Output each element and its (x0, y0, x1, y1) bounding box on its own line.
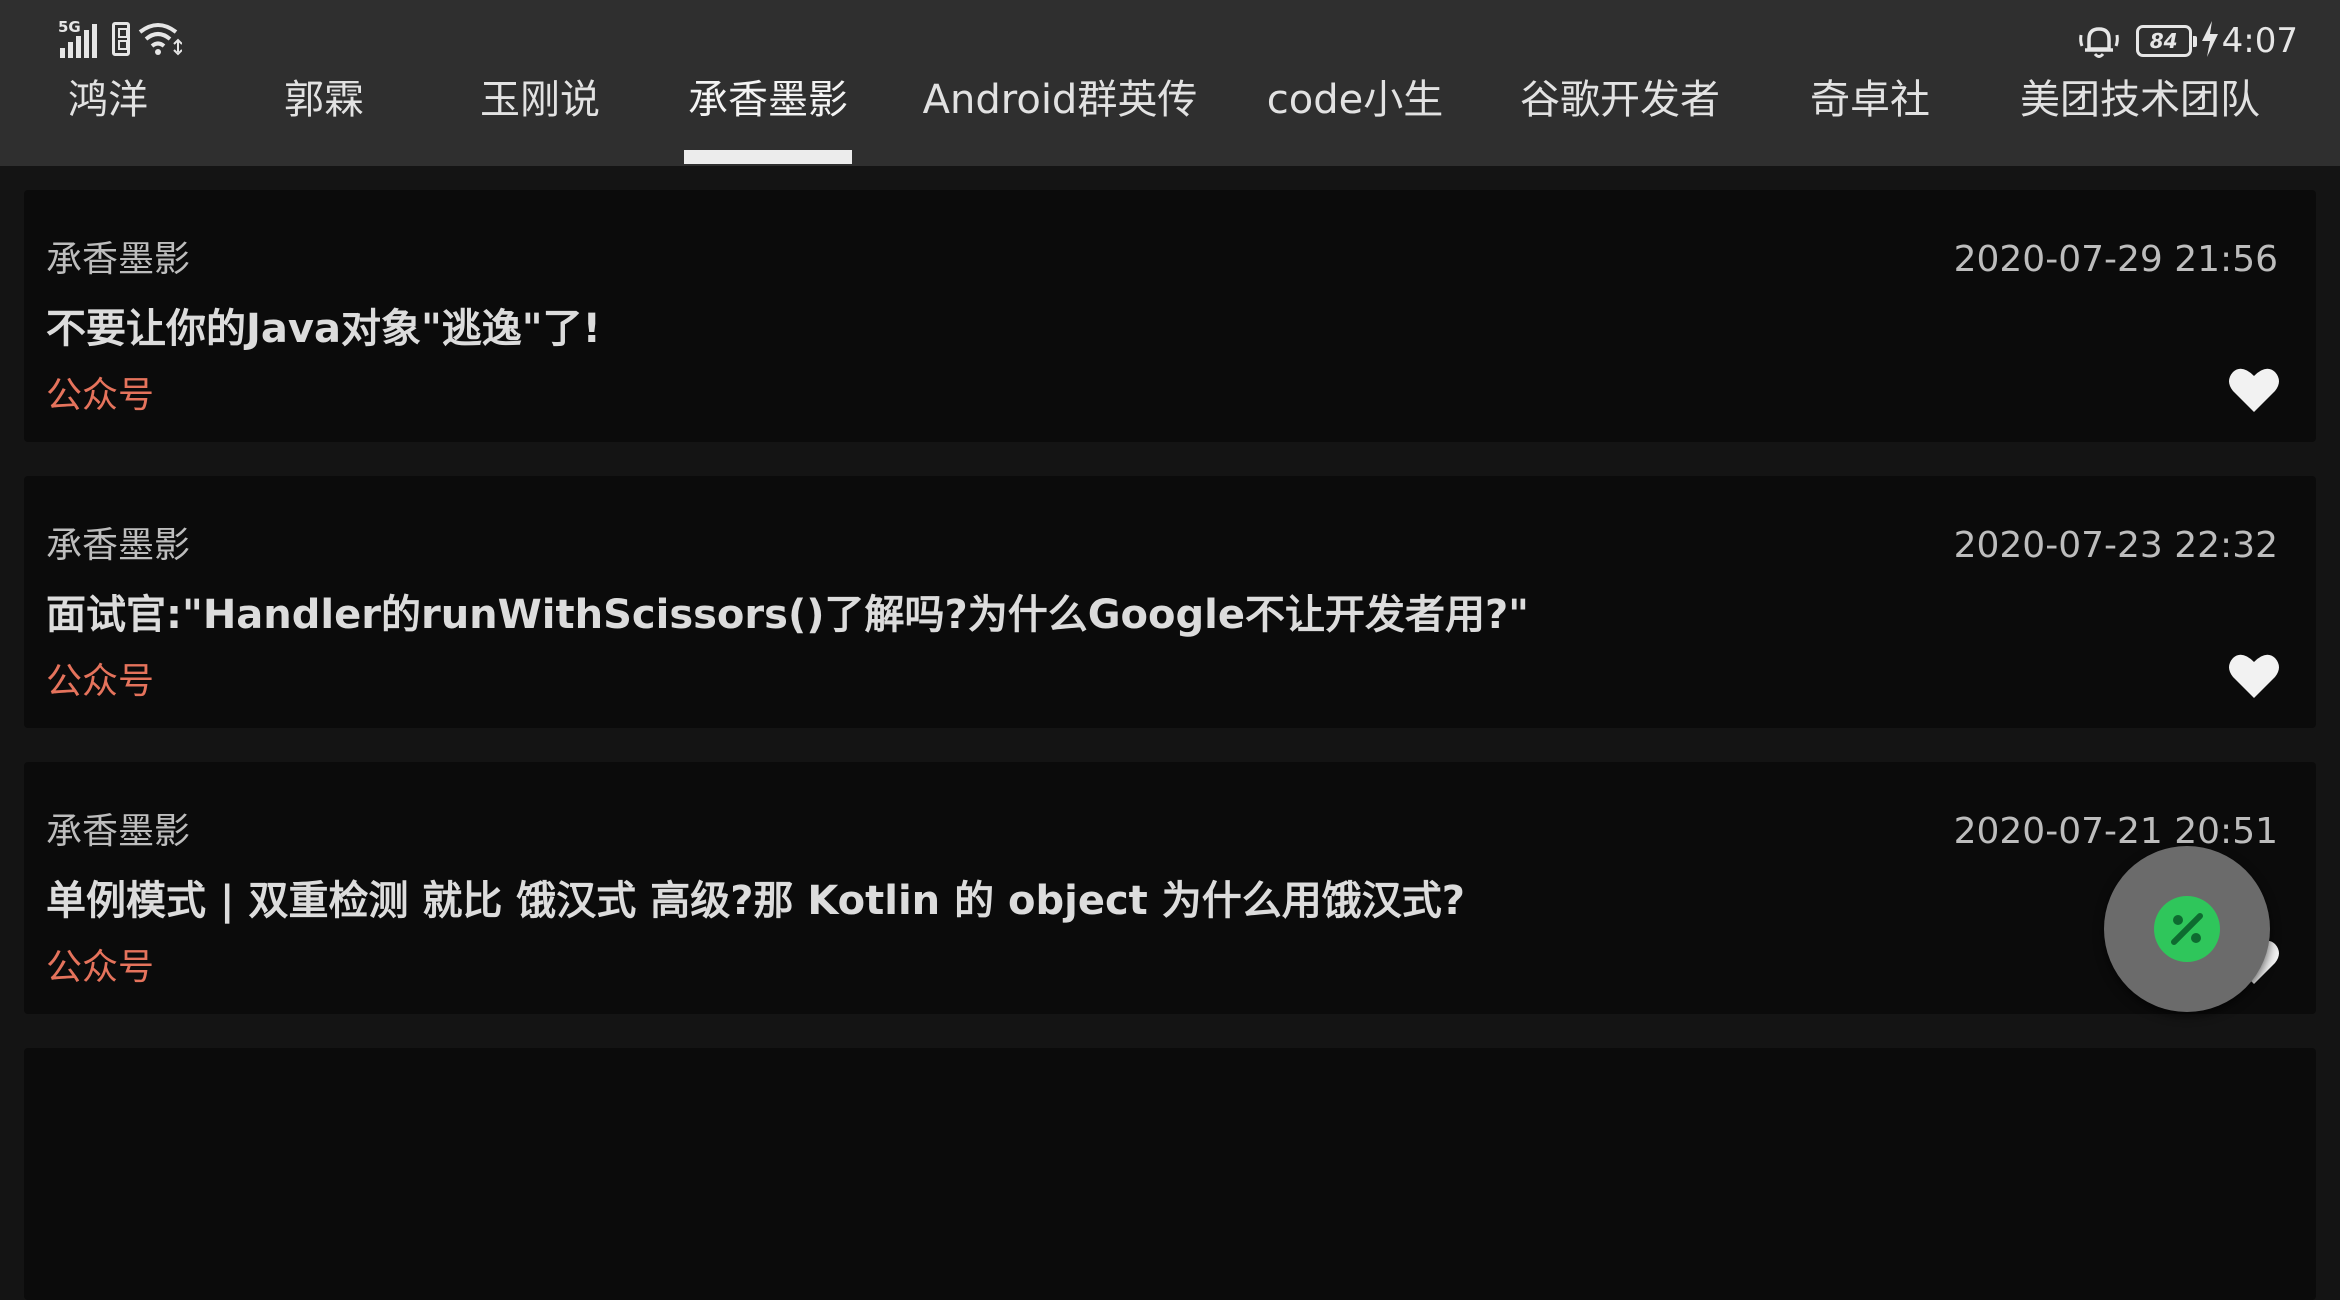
article-author: 承香墨影 (46, 525, 191, 566)
charging-icon (2200, 21, 2220, 61)
article-tag: 公众号 (46, 947, 155, 988)
bell-icon (2076, 21, 2122, 61)
network-type: 5G (58, 18, 81, 36)
tab-indicator (684, 150, 852, 164)
tab-qizhuoshe[interactable]: 奇卓社 (1810, 62, 1930, 166)
sim-icon (112, 22, 130, 56)
signal-icon: 5G (58, 20, 106, 60)
status-bar: 5G 84 4:07 (0, 0, 2340, 62)
battery-level: 84 (2149, 29, 2178, 53)
article-date: 2020-07-21 20:51 (1953, 811, 2278, 852)
article-card-partial[interactable] (24, 1048, 2316, 1300)
tab-meituan-tech[interactable]: 美团技术团队 (2020, 62, 2260, 166)
clock: 4:07 (2221, 21, 2298, 61)
status-right: 84 4:07 (2076, 20, 2298, 62)
article-date: 2020-07-23 22:32 (1953, 525, 2278, 566)
article-title[interactable]: 面试官:"Handler的runWithScissors()了解吗?为什么Goo… (46, 592, 1529, 638)
tab-google-developers[interactable]: 谷歌开发者 (1520, 62, 1720, 166)
wifi-icon (138, 20, 182, 60)
tab-guolin[interactable]: 郭霖 (284, 62, 364, 166)
theme-toggle-icon (2154, 896, 2220, 962)
article-title[interactable]: 单例模式 | 双重检测 就比 饿汉式 高级?那 Kotlin 的 object … (46, 878, 1465, 924)
article-card[interactable]: 承香墨影 2020-07-21 20:51 单例模式 | 双重检测 就比 饿汉式… (24, 762, 2316, 1014)
article-title[interactable]: 不要让你的Java对象"逃逸"了! (46, 306, 601, 352)
tab-android-qunyingzhuan[interactable]: Android群英传 (923, 62, 1198, 166)
article-card[interactable]: 承香墨影 2020-07-29 21:56 不要让你的Java对象"逃逸"了! … (24, 190, 2316, 442)
heart-icon[interactable] (2228, 652, 2280, 704)
article-tag: 公众号 (46, 375, 155, 416)
article-author: 承香墨影 (46, 811, 191, 852)
status-left: 5G (58, 20, 182, 62)
tab-bar: 鸿洋 郭霖 玉刚说 承香墨影 Android群英传 code小生 谷歌开发者 奇… (0, 62, 2340, 166)
article-list[interactable]: 承香墨影 2020-07-29 21:56 不要让你的Java对象"逃逸"了! … (0, 166, 2340, 1300)
tab-code-xiaosheng[interactable]: code小生 (1267, 62, 1443, 166)
heart-icon[interactable] (2228, 366, 2280, 418)
article-tag: 公众号 (46, 661, 155, 702)
tab-hongyang[interactable]: 鸿洋 (68, 62, 148, 166)
battery-icon: 84 (2135, 25, 2197, 57)
article-card[interactable]: 承香墨影 2020-07-23 22:32 面试官:"Handler的runWi… (24, 476, 2316, 728)
theme-toggle-button[interactable] (2104, 846, 2270, 1012)
tab-yugangshuo[interactable]: 玉刚说 (480, 62, 600, 166)
article-author: 承香墨影 (46, 239, 191, 280)
article-date: 2020-07-29 21:56 (1953, 239, 2278, 280)
